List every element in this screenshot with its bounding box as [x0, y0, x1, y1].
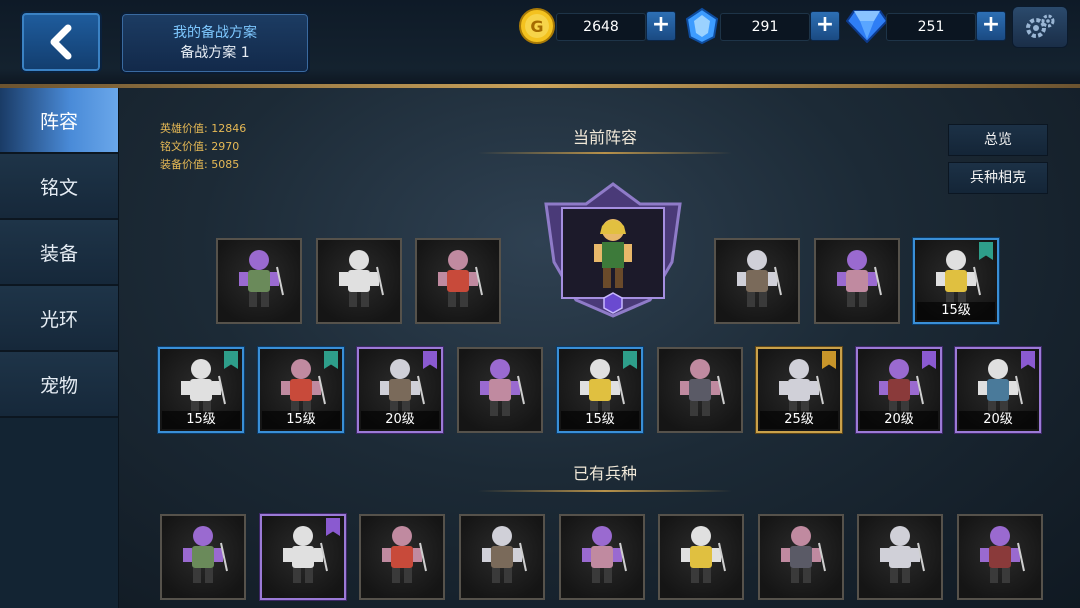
unit-card[interactable]: [658, 514, 744, 600]
rank-flag-icon: [979, 242, 993, 260]
unit-card[interactable]: [260, 514, 346, 600]
settings-button[interactable]: [1012, 6, 1068, 48]
unit-card[interactable]: [814, 238, 900, 324]
unit-card[interactable]: 20级: [357, 347, 443, 433]
unit-card[interactable]: [758, 514, 844, 600]
mummy-icon: [432, 247, 484, 315]
sidebar-item-rune[interactable]: 铭文: [0, 154, 118, 220]
beast-icon: [474, 356, 526, 424]
add-gold-button[interactable]: +: [646, 11, 676, 41]
unit-card[interactable]: 20级: [856, 347, 942, 433]
hammer-dwarf-icon: [974, 523, 1026, 591]
current-lineup-title: 当前阵容: [572, 128, 637, 147]
overview-button[interactable]: 总览: [948, 124, 1048, 156]
back-button[interactable]: [20, 11, 102, 73]
sidebar-item-equipment[interactable]: 装备: [0, 220, 118, 286]
unit-card[interactable]: 25级: [756, 347, 842, 433]
diamond-amount: 251: [886, 13, 976, 41]
blonde-warrior-icon: [731, 247, 783, 315]
rank-flag-icon: [324, 351, 338, 369]
unit-card[interactable]: [216, 238, 302, 324]
dark-knight-icon: [576, 523, 628, 591]
unit-card[interactable]: [459, 514, 545, 600]
unit-level: 15级: [917, 302, 995, 320]
rank-gem-icon: [603, 292, 623, 314]
hero-value: 英雄价值: 12846: [160, 122, 247, 135]
unit-card[interactable]: [457, 347, 543, 433]
sidebar-item-label: 光环: [39, 308, 78, 331]
unit-level: 25级: [760, 411, 838, 429]
rune-value: 铭文价值: 2970: [160, 140, 240, 153]
swordsman-hero-icon: [277, 523, 329, 591]
rank-flag-icon: [922, 351, 936, 369]
sidebar-item-label: 铭文: [39, 176, 78, 199]
crystal-totem-icon: [177, 523, 229, 591]
gear-icon: [1026, 14, 1055, 38]
unit-level: 15级: [262, 411, 340, 429]
plan-selector[interactable]: 我的备战方案 备战方案 1: [120, 12, 310, 74]
value-stats: 英雄价值: 12846 铭文价值: 2970 装备价值: 5085: [160, 120, 246, 174]
gold-coin-icon: G: [519, 8, 555, 44]
unit-card[interactable]: [657, 347, 743, 433]
top-bar-divider: [0, 84, 1080, 88]
add-diamond-button[interactable]: +: [976, 11, 1006, 41]
owned-units-title: 已有兵种: [572, 464, 637, 483]
unit-counter-button[interactable]: 兵种相克: [948, 162, 1048, 194]
sidebar-item-label: 装备: [39, 242, 78, 265]
unit-card[interactable]: 15级: [158, 347, 244, 433]
chevron-left-icon: [50, 24, 72, 60]
unit-card[interactable]: [160, 514, 246, 600]
unit-card[interactable]: [857, 514, 943, 600]
leader-hero-slot[interactable]: [540, 182, 686, 318]
unit-card[interactable]: 15级: [258, 347, 344, 433]
unit-level: 15级: [162, 411, 240, 429]
svg-text:G: G: [530, 17, 543, 36]
ninja-icon: [831, 247, 883, 315]
heavy-knight-icon: [675, 523, 727, 591]
equip-value: 装备价值: 5085: [160, 158, 240, 171]
plan-title: 我的备战方案: [173, 25, 257, 41]
blue-crystal-icon: [685, 7, 719, 45]
owned-divider: [478, 490, 732, 492]
gold-amount: 2648: [556, 13, 646, 41]
rank-flag-icon: [224, 351, 238, 369]
rank-flag-icon: [623, 351, 637, 369]
sidebar-item-lineup[interactable]: 阵容: [0, 88, 118, 154]
plan-name: 备战方案 1: [180, 45, 250, 61]
unit-card[interactable]: [316, 238, 402, 324]
crystal-amount: 291: [720, 13, 810, 41]
title-divider: [478, 152, 732, 154]
unit-card[interactable]: [559, 514, 645, 600]
winged-warrior-icon: [674, 356, 726, 424]
unit-level: 15级: [561, 411, 639, 429]
armored-soldier-icon: [376, 523, 428, 591]
samurai-icon: [333, 247, 385, 315]
nun-icon: [476, 523, 528, 591]
unit-card[interactable]: [957, 514, 1043, 600]
sidebar-item-pet[interactable]: 宠物: [0, 352, 118, 418]
unit-card[interactable]: [415, 238, 501, 324]
greatsword-knight-icon: [874, 523, 926, 591]
add-crystal-button[interactable]: +: [810, 11, 840, 41]
unit-level: 20级: [959, 411, 1037, 429]
unit-card[interactable]: 20级: [955, 347, 1041, 433]
red-knight-icon: [233, 247, 285, 315]
rank-flag-icon: [822, 351, 836, 369]
unit-card[interactable]: 15级: [913, 238, 999, 324]
rank-flag-icon: [423, 351, 437, 369]
sidebar-item-aura[interactable]: 光环: [0, 286, 118, 352]
rank-flag-icon: [1021, 351, 1035, 369]
sidebar-item-label: 宠物: [39, 374, 78, 397]
unit-card[interactable]: 15级: [557, 347, 643, 433]
hero-leader-icon: [594, 219, 632, 288]
sidebar-item-label: 阵容: [39, 110, 78, 133]
sidebar: 阵容 铭文 装备 光环 宠物: [0, 88, 119, 608]
diamond-icon: [846, 10, 888, 43]
rank-flag-icon: [326, 518, 340, 536]
unit-card[interactable]: [714, 238, 800, 324]
unit-level: 20级: [361, 411, 439, 429]
witch-icon: [775, 523, 827, 591]
unit-level: 20级: [860, 411, 938, 429]
unit-card[interactable]: [359, 514, 445, 600]
